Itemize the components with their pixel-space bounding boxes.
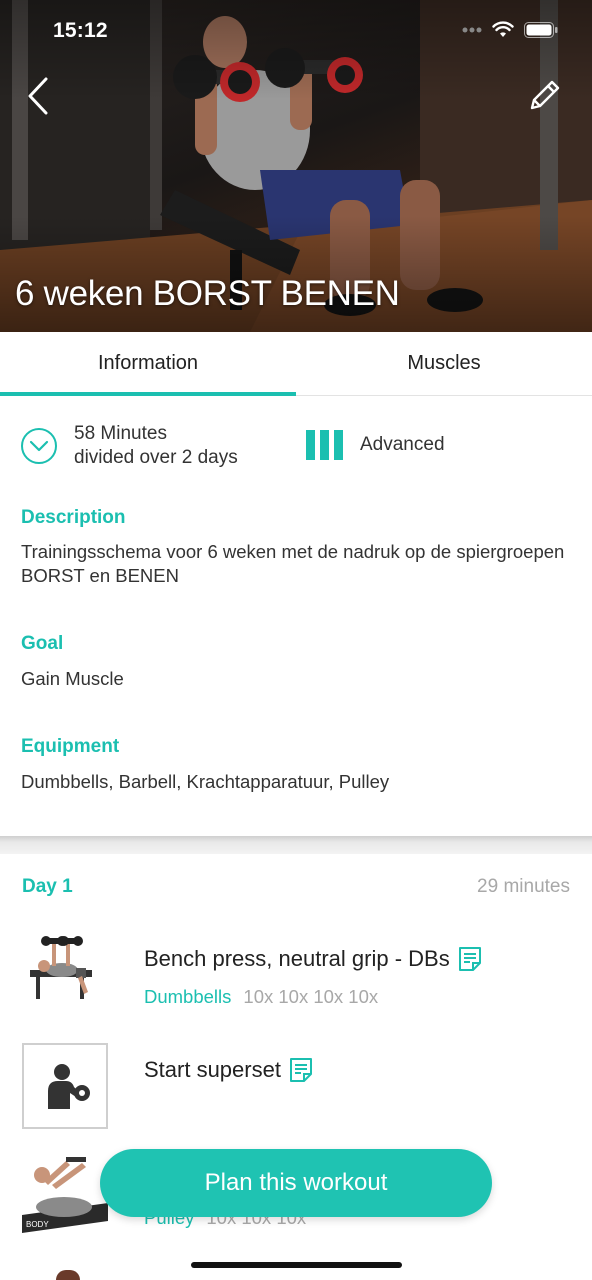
level-indicator: Advanced [306,430,445,460]
level-bars-icon [306,430,343,460]
wifi-icon [492,21,514,37]
notes-icon[interactable] [458,946,482,972]
page-title: 6 weken BORST BENEN [15,274,400,313]
status-icons [462,21,558,38]
goal-text: Gain Muscle [21,668,124,689]
signal-dots-icon [462,27,482,32]
exercise-equipment: Dumbbells [144,986,232,1007]
tab-muscles[interactable]: Muscles [296,332,592,395]
pencil-icon [530,80,560,110]
exercise-thumbnail [30,936,92,999]
information-panel: 58 Minutes divided over 2 days Advanced … [0,396,592,836]
duration-summary: 58 Minutes divided over 2 days [20,422,238,470]
description-text: Trainingsschema voor 6 weken met de nadr… [21,541,565,586]
section-divider [0,836,592,854]
description-heading: Description [21,507,126,528]
day-title: Day 1 [22,876,73,897]
svg-text:BODY: BODY [26,1220,49,1229]
goal-heading: Goal [21,633,64,654]
duration-minutes: 58 Minutes [74,423,167,444]
chevron-down-circle-icon [21,428,57,464]
superset-row[interactable]: Start superset [0,1043,592,1131]
exercise-meta: Dumbbells 10x 10x 10x 10x [144,986,378,1008]
equipment-heading: Equipment [21,736,120,757]
level-label: Advanced [360,434,445,455]
back-button[interactable] [20,74,56,118]
notes-icon[interactable] [289,1057,313,1083]
home-indicator [191,1262,402,1268]
tab-information[interactable]: Information [0,332,296,396]
battery-icon [524,21,558,38]
exercise-sets: 10x 10x 10x 10x [243,986,379,1007]
exercise-thumbnail: BODY [22,1157,108,1233]
day-duration: 29 minutes [477,876,570,897]
superset-thumbnail [22,1043,108,1129]
exercise-row[interactable]: Bench press, neutral grip - DBs Dumbbell… [0,930,592,1030]
next-exercise-thumbnail [56,1270,80,1280]
exercise-name: Bench press, neutral grip - DBs [144,946,482,972]
plan-workout-button[interactable]: Plan this workout [100,1149,492,1217]
superset-name: Start superset [144,1057,313,1083]
edit-button[interactable] [522,74,566,118]
chevron-left-icon [28,77,48,115]
duration-days: divided over 2 days [74,447,238,468]
tab-bar: Information Muscles [0,332,592,396]
equipment-text: Dumbbells, Barbell, Krachtapparatuur, Pu… [21,771,390,792]
hero-image: 15:12 6 weken BORST BENEN [0,0,592,332]
superset-icon [48,1064,90,1109]
status-time: 15:12 [53,19,108,42]
